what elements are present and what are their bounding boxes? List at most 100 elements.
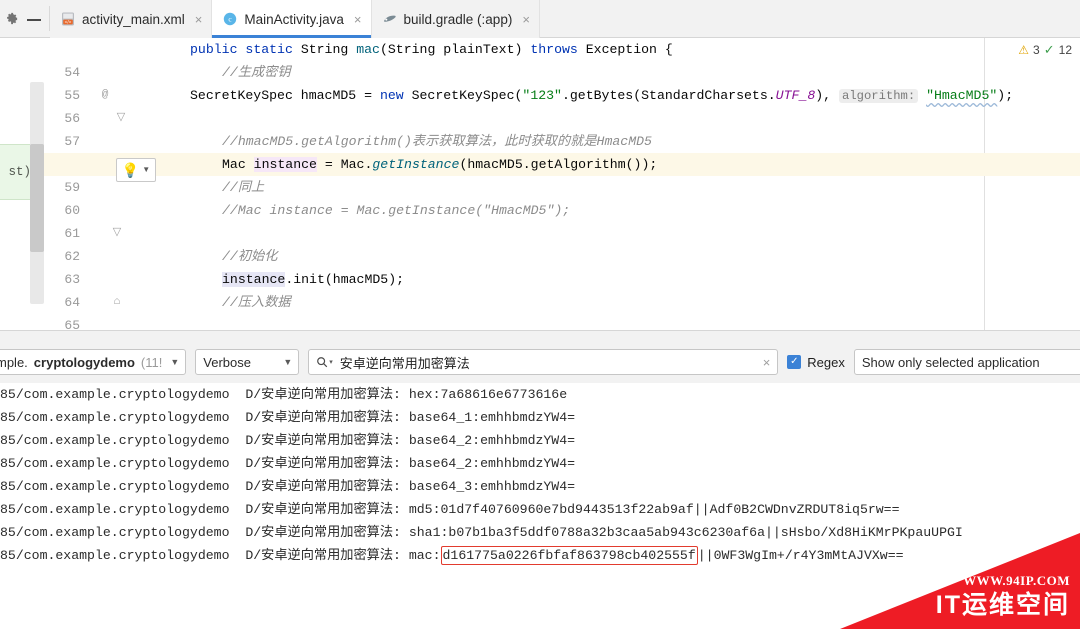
chevron-down-icon[interactable]: ▼: [170, 357, 179, 367]
tab-close-icon[interactable]: ×: [354, 12, 362, 27]
method-tail: Exception {: [577, 42, 673, 57]
tab-label: MainActivity.java: [244, 11, 344, 27]
code-editor[interactable]: st) ⚠ 3 ✓ 12 54 @ ▽ public static String…: [0, 38, 1080, 330]
log-head: 85/com.example.cryptologydemo D/安卓逆向常用加密…: [0, 387, 409, 402]
code-text: public static String mac(String plainTex…: [190, 38, 673, 61]
log-message: base64_1:emhhbmdzYW4=: [408, 410, 576, 425]
code-line-57: 57: [44, 107, 1080, 149]
tab-activity-main-xml[interactable]: </> activity_main.xml ×: [50, 0, 213, 38]
clear-search-icon[interactable]: ×: [763, 355, 771, 370]
log-row[interactable]: 85/com.example.cryptologydemo D/安卓逆向常用加密…: [0, 475, 1080, 498]
variable-instance: instance: [222, 272, 286, 287]
process-prefix: mple.: [0, 354, 28, 370]
code-text: Mac instance = Mac.getInstance(hmacMD5.g…: [222, 153, 657, 176]
tab-close-icon[interactable]: ×: [195, 12, 203, 27]
gradle-file-icon: [383, 15, 396, 22]
args: (hmacMD5.getAlgorithm());: [459, 157, 658, 172]
field-utf8: UTF_8: [775, 88, 816, 103]
method-name-mac: mac: [356, 42, 380, 57]
chevron-down-icon[interactable]: ▼: [142, 166, 150, 174]
keyword-static: static: [245, 42, 293, 57]
log-message: mac:: [408, 548, 441, 563]
tab-build-gradle[interactable]: build.gradle (:app) ×: [371, 0, 540, 38]
editor-left-scrollbar-track[interactable]: [30, 82, 44, 304]
log-message-tail: ||0WF3WgIm+/r4Y3mMtAJVXw==: [697, 548, 904, 563]
log-message: base64_2:emhhbmdzYW4=: [408, 456, 576, 471]
code-text: //初始化: [222, 245, 277, 268]
log-row[interactable]: 85/com.example.cryptologydemo D/安卓逆向常用加密…: [0, 383, 1080, 406]
intention-bulb-button[interactable]: 💡 ▼: [116, 158, 156, 182]
svg-text:</>: </>: [65, 20, 72, 25]
filter-value: Show only selected application: [861, 354, 1040, 370]
regex-toggle[interactable]: ✓ Regex: [787, 355, 845, 370]
log-row[interactable]: 85/com.example.cryptologydemo D/安卓逆向常用加密…: [0, 521, 1080, 544]
editor-left-scrollbar-thumb[interactable]: [30, 144, 44, 252]
log-message: hex:7a68616e6773616e: [408, 387, 568, 402]
code-line-64: 64 instance.init(hmacMD5);: [44, 268, 1080, 310]
editor-logcat-splitter[interactable]: [0, 330, 1080, 341]
init-call: .init(hmacMD5);: [285, 272, 405, 287]
log-message: md5:01d7f40760960e7bd9443513f22ab9af||Ad…: [408, 502, 900, 517]
regex-label: Regex: [807, 354, 845, 370]
code-line-60: 60 ▽ //同上: [44, 176, 1080, 239]
lightbulb-icon: 💡: [121, 162, 140, 178]
line-number: 65: [64, 318, 80, 330]
code-text: //Mac instance = Mac.getInstance("HmacMD…: [222, 199, 570, 222]
comment: //压入数据: [222, 295, 291, 310]
chevron-down-icon[interactable]: ▾: [329, 358, 333, 366]
parameter-hint-algorithm: algorithm:: [839, 89, 919, 103]
logcat-output[interactable]: 85/com.example.cryptologydemo D/安卓逆向常用加密…: [0, 383, 1080, 629]
search-magnifier-icon[interactable]: ▾: [316, 356, 333, 368]
stmt-end: );: [997, 88, 1014, 103]
minimize-icon[interactable]: [27, 18, 41, 21]
ctor-call: SecretKeySpec(: [403, 88, 523, 103]
method-getinstance: getInstance: [372, 157, 460, 172]
code-text: SecretKeySpec hmacMD5 = new SecretKeySpe…: [190, 84, 1013, 108]
code-text: //生成密钥: [222, 61, 291, 84]
log-row[interactable]: 85/com.example.cryptologydemo D/安卓逆向常用加密…: [0, 452, 1080, 475]
search-value: 安卓逆向常用加密算法: [339, 355, 470, 371]
method-params: (String plainText): [379, 42, 531, 57]
string-literal-hmacmd5: "HmacMD5": [926, 88, 998, 103]
highlighted-mac-value: d161775a0226fbfaf863798cb402555f: [440, 546, 698, 565]
log-row[interactable]: 85/com.example.cryptologydemo D/安卓逆向常用加密…: [0, 406, 1080, 429]
log-head: 85/com.example.cryptologydemo D/安卓逆向常用加密…: [0, 456, 409, 471]
process-selector[interactable]: mple. cryptologydemo (11! ▼: [0, 349, 187, 375]
log-level-value: Verbose: [203, 354, 251, 370]
comment: //Mac instance = Mac.getInstance("HmacMD…: [222, 203, 571, 218]
code-text: //同上: [222, 176, 264, 199]
editor-tab-bar: </> activity_main.xml × c MainActivity.j…: [0, 0, 1080, 38]
comment: //hmacMD5.getAlgorithm()表示获取算法，此时获取的就是Hm…: [222, 134, 652, 149]
tab-label: build.gradle (:app): [403, 11, 513, 27]
log-message: sha1:b07b1ba3f5ddf0788a32b3caa5ab943c623…: [408, 525, 963, 540]
tab-close-icon[interactable]: ×: [522, 12, 530, 27]
log-row[interactable]: 85/com.example.cryptologydemo D/安卓逆向常用加密…: [0, 429, 1080, 452]
log-head: 85/com.example.cryptologydemo D/安卓逆向常用加密…: [0, 525, 409, 540]
application-filter-selector[interactable]: Show only selected application: [853, 349, 1080, 375]
log-message: base64_3:emhhbmdzYW4=: [408, 479, 576, 494]
tab-label: activity_main.xml: [82, 11, 185, 27]
log-row-mac[interactable]: 85/com.example.cryptologydemo D/安卓逆向常用加密…: [0, 544, 1080, 567]
code-text: //压入数据: [222, 291, 291, 314]
comment: //生成密钥: [222, 65, 291, 80]
log-head: 85/com.example.cryptologydemo D/安卓逆向常用加密…: [0, 433, 409, 448]
keyword-new: new: [379, 88, 404, 103]
xml-layout-file-icon: </>: [62, 12, 74, 26]
logcat-search-input[interactable]: ▾ 安卓逆向常用加密算法 ×: [308, 349, 779, 375]
log-row[interactable]: 85/com.example.cryptologydemo D/安卓逆向常用加密…: [0, 498, 1080, 521]
log-level-selector[interactable]: Verbose ▼: [195, 349, 300, 375]
tab-mainactivity-java[interactable]: c MainActivity.java ×: [212, 0, 372, 38]
code-line-62: 62: [44, 222, 1080, 264]
regex-checkbox[interactable]: ✓: [787, 355, 802, 369]
process-pid: (11!: [140, 354, 163, 370]
arg-sep: ),: [815, 88, 839, 103]
chevron-down-icon[interactable]: ▼: [283, 357, 292, 367]
comment: //同上: [222, 180, 265, 195]
log-head: 85/com.example.cryptologydemo D/安卓逆向常用加密…: [0, 548, 409, 563]
log-message: base64_2:emhhbmdzYW4=: [408, 433, 576, 448]
keyword-throws: throws: [530, 42, 578, 57]
gear-icon[interactable]: [4, 11, 19, 26]
code-lines[interactable]: 54 @ ▽ public static String mac(String p…: [44, 38, 1080, 330]
code-line-63: 63 ⌂ //初始化: [44, 245, 1080, 308]
partial-tooltip-text: st): [8, 165, 31, 179]
